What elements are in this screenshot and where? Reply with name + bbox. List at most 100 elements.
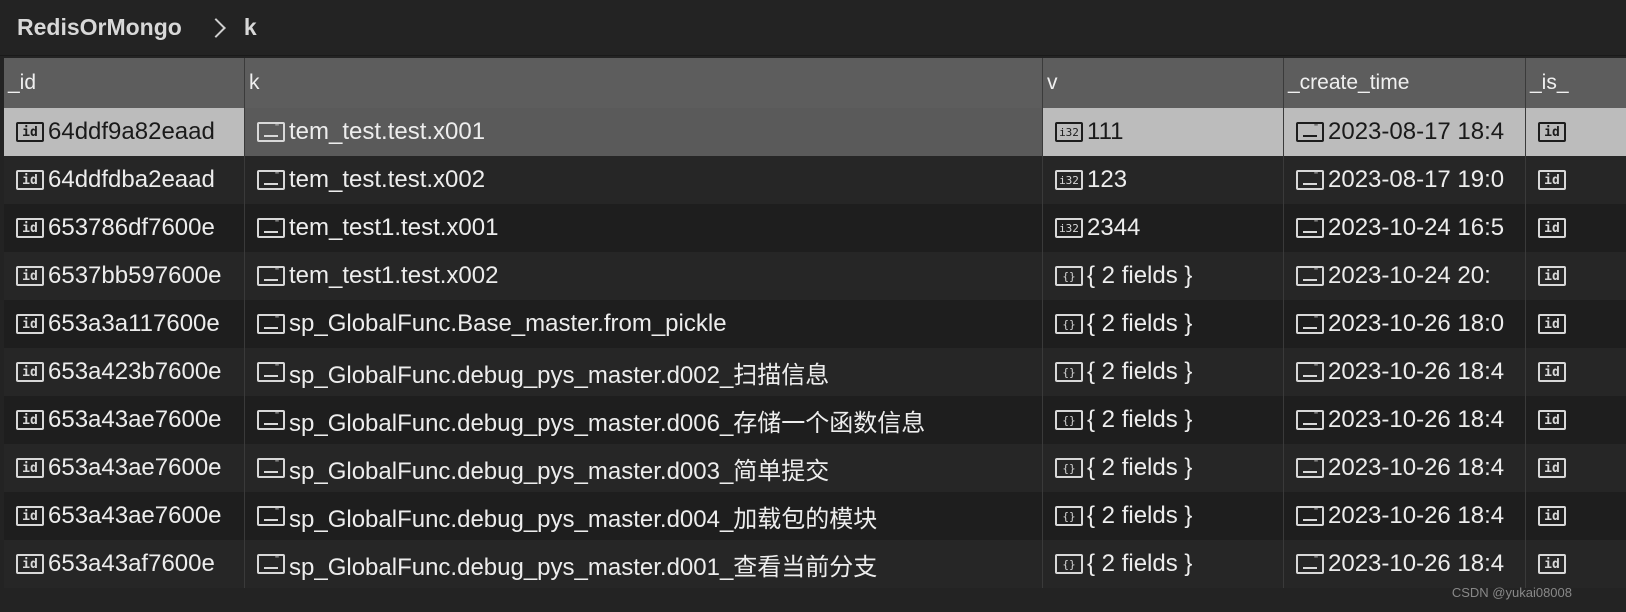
- cell-create-time[interactable]: 2023-10-26 18:4: [1283, 444, 1525, 492]
- cell-v[interactable]: {}{ 2 fields }: [1042, 300, 1283, 348]
- cell-k[interactable]: tem_test.test.x002: [244, 156, 1042, 204]
- int32-icon: i32: [1055, 218, 1083, 238]
- chevron-right-icon: [208, 16, 226, 40]
- cell-id[interactable]: id 653a43af7600e: [4, 540, 244, 588]
- cell-create-time[interactable]: 2023-10-24 16:5: [1283, 204, 1525, 252]
- cell-create-time[interactable]: 2023-10-26 18:0: [1283, 300, 1525, 348]
- cell-v[interactable]: i32 111: [1042, 108, 1283, 156]
- cell-k[interactable]: tem_test.test.x001: [244, 108, 1042, 156]
- cell-create-time-text: 2023-10-24 20:: [1328, 262, 1491, 289]
- object-icon: {}: [1055, 314, 1083, 334]
- cell-is[interactable]: id: [1525, 348, 1626, 396]
- cell-is[interactable]: id: [1525, 252, 1626, 300]
- cell-create-time[interactable]: 2023-10-26 18:4: [1283, 492, 1525, 540]
- cell-create-time[interactable]: 2023-08-17 18:4: [1283, 108, 1525, 156]
- cell-v[interactable]: i32 2344: [1042, 204, 1283, 252]
- cell-k[interactable]: sp_GlobalFunc.debug_pys_master.d003_简单提交: [244, 444, 1042, 492]
- cell-v[interactable]: {}{ 2 fields }: [1042, 396, 1283, 444]
- string-icon: [257, 122, 285, 142]
- table-row[interactable]: id64ddfdba2eaadtem_test.test.x002i32123 2…: [4, 156, 1626, 204]
- cell-is[interactable]: id: [1525, 156, 1626, 204]
- cell-id[interactable]: id 653786df7600e: [4, 204, 244, 252]
- cell-create-time-text: 2023-08-17 19:0: [1328, 166, 1505, 193]
- cell-v[interactable]: {}{ 2 fields }: [1042, 492, 1283, 540]
- cell-k[interactable]: sp_GlobalFunc.Base_master.from_pickle: [244, 300, 1042, 348]
- table-row[interactable]: id64ddf9a82eaadtem_test.test.x001i321112…: [4, 108, 1626, 156]
- cell-v[interactable]: {}{ 2 fields }: [1042, 348, 1283, 396]
- cell-id-text: 653a3a117600e: [48, 310, 220, 337]
- object-icon: {}: [1055, 266, 1083, 286]
- object-icon: {}: [1055, 554, 1083, 574]
- cell-create-time[interactable]: 2023-10-26 18:4: [1283, 540, 1525, 588]
- cell-create-time-text: 2023-10-26 18:0: [1328, 310, 1505, 337]
- cell-is[interactable]: id: [1525, 204, 1626, 252]
- cell-id[interactable]: id 6537bb597600e: [4, 252, 244, 300]
- cell-is[interactable]: id: [1525, 300, 1626, 348]
- cell-id[interactable]: id 653a43ae7600e: [4, 396, 244, 444]
- cell-create-time[interactable]: 2023-10-24 20:: [1283, 252, 1525, 300]
- cell-k[interactable]: sp_GlobalFunc.debug_pys_master.d006_存储一个…: [244, 396, 1042, 444]
- column-header-k[interactable]: k: [244, 58, 1042, 108]
- table-row[interactable]: id653a43af7600esp_GlobalFunc.debug_pys_m…: [4, 540, 1626, 588]
- cell-id-text: 6537bb597600e: [48, 262, 222, 289]
- int32-icon: i32: [1055, 122, 1083, 142]
- cell-v[interactable]: {}{ 2 fields }: [1042, 540, 1283, 588]
- table-row[interactable]: id653a43ae7600esp_GlobalFunc.debug_pys_m…: [4, 492, 1626, 540]
- table-row[interactable]: id653a43ae7600esp_GlobalFunc.debug_pys_m…: [4, 396, 1626, 444]
- id-icon: id: [1538, 458, 1566, 478]
- id-icon: id: [1538, 314, 1566, 334]
- string-icon: [257, 266, 285, 286]
- column-header-create-time[interactable]: _create_time: [1283, 58, 1525, 108]
- cell-k[interactable]: sp_GlobalFunc.debug_pys_master.d002_扫描信息: [244, 348, 1042, 396]
- string-icon: [257, 506, 285, 526]
- cell-k[interactable]: sp_GlobalFunc.debug_pys_master.d001_查看当前…: [244, 540, 1042, 588]
- date-icon: [1296, 362, 1324, 382]
- breadcrumb-root[interactable]: RedisOrMongo: [17, 14, 182, 41]
- date-icon: [1296, 410, 1324, 430]
- date-icon: [1296, 170, 1324, 190]
- id-icon: id: [1538, 266, 1566, 286]
- id-icon: id: [16, 362, 44, 382]
- cell-v[interactable]: i32 123: [1042, 156, 1283, 204]
- breadcrumb: RedisOrMongo k: [0, 0, 1626, 56]
- cell-is[interactable]: id: [1525, 444, 1626, 492]
- cell-id[interactable]: id 653a43ae7600e: [4, 444, 244, 492]
- cell-is[interactable]: id: [1525, 540, 1626, 588]
- table-row[interactable]: id653a3a117600esp_GlobalFunc.Base_master…: [4, 300, 1626, 348]
- cell-is[interactable]: id: [1525, 492, 1626, 540]
- string-icon: [257, 218, 285, 238]
- cell-id[interactable]: id 653a3a117600e: [4, 300, 244, 348]
- breadcrumb-current: k: [243, 14, 257, 40]
- cell-id[interactable]: id 653a423b7600e: [4, 348, 244, 396]
- cell-is[interactable]: id: [1525, 396, 1626, 444]
- id-icon: id: [1538, 506, 1566, 526]
- cell-k[interactable]: tem_test1.test.x002: [244, 252, 1042, 300]
- cell-create-time-text: 2023-10-26 18:4: [1328, 454, 1505, 481]
- cell-id[interactable]: id 64ddf9a82eaad: [4, 108, 244, 156]
- table-row[interactable]: id653786df7600etem_test1.test.x001i32234…: [4, 204, 1626, 252]
- table-row[interactable]: id6537bb597600etem_test1.test.x002{}{ 2 …: [4, 252, 1626, 300]
- cell-create-time[interactable]: 2023-10-26 18:4: [1283, 396, 1525, 444]
- cell-v-text: { 2 fields }: [1087, 262, 1193, 289]
- cell-create-time[interactable]: 2023-08-17 19:0: [1283, 156, 1525, 204]
- column-header-id[interactable]: _id: [4, 58, 244, 108]
- cell-k-text: sp_GlobalFunc.debug_pys_master.d002_扫描信息: [289, 361, 830, 389]
- id-icon: id: [16, 410, 44, 430]
- data-table: _id k v _create_time _is_ id 64ddf9a82eaa…: [4, 58, 1626, 612]
- table-row[interactable]: id653a43ae7600esp_GlobalFunc.debug_pys_m…: [4, 444, 1626, 492]
- cell-id[interactable]: id 653a43ae7600e: [4, 492, 244, 540]
- cell-k[interactable]: sp_GlobalFunc.debug_pys_master.d004_加载包的…: [244, 492, 1042, 540]
- column-header-v[interactable]: v: [1042, 58, 1283, 108]
- cell-v[interactable]: {}{ 2 fields }: [1042, 444, 1283, 492]
- table-row[interactable]: id653a423b7600e sp_GlobalFunc.debug_pys_m…: [4, 348, 1626, 396]
- column-header-is[interactable]: _is_: [1525, 58, 1626, 108]
- string-icon: [257, 314, 285, 334]
- cell-create-time[interactable]: 2023-10-26 18:4: [1283, 348, 1525, 396]
- cell-k-text: sp_GlobalFunc.Base_master.from_pickle: [289, 310, 727, 337]
- cell-v[interactable]: {}{ 2 fields }: [1042, 252, 1283, 300]
- cell-is[interactable]: id: [1525, 108, 1626, 156]
- table-header: _id k v _create_time _is_: [4, 58, 1626, 108]
- cell-id-text: 653a43ae7600e: [48, 406, 222, 433]
- cell-k[interactable]: tem_test1.test.x001: [244, 204, 1042, 252]
- cell-id[interactable]: id 64ddfdba2eaad: [4, 156, 244, 204]
